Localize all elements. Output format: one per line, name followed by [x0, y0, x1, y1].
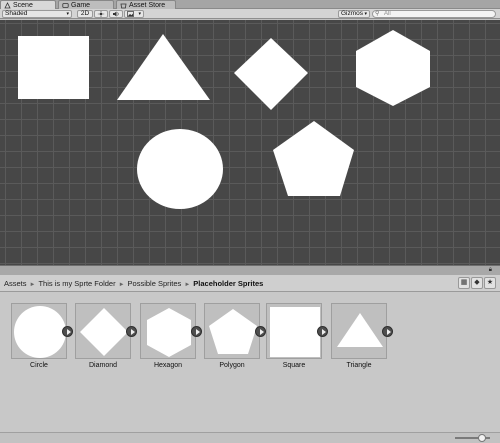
label-filter-icon[interactable]: ◆ — [471, 277, 483, 289]
thumbnail-zoom-slider[interactable] — [455, 434, 490, 442]
asset-name: Circle — [30, 362, 48, 369]
shading-mode-value: Shaded — [5, 10, 28, 17]
project-filter-tools: ▦ ◆ ★ — [458, 277, 496, 289]
square-sprite-preview — [270, 307, 320, 357]
breadcrumb-item[interactable]: Assets — [4, 279, 27, 288]
circle-sprite-preview — [14, 306, 66, 358]
tab-game-label: Game — [71, 2, 91, 9]
asset-thumbnail[interactable] — [266, 303, 322, 359]
asset-thumbnail[interactable] — [204, 303, 260, 359]
gizmos-label: Gizmos — [341, 10, 364, 17]
asset-name: Triangle — [346, 362, 372, 369]
expand-sprite-icon[interactable] — [191, 326, 202, 337]
tab-scene-label: Scene — [13, 2, 33, 9]
triangle-sprite-preview — [337, 313, 383, 347]
tab-asset-store-label: Asset Store — [129, 2, 166, 9]
scene-shapes — [18, 30, 430, 209]
chevron-down-icon: ▾ — [66, 11, 69, 17]
expand-sprite-icon[interactable] — [62, 326, 73, 337]
game-tab-icon — [62, 3, 69, 8]
tab-asset-store[interactable]: Asset Store — [116, 0, 176, 9]
asset-thumbnail[interactable] — [75, 303, 131, 359]
asset-name: Hexagon — [153, 362, 183, 369]
project-asset-grid: Circle Diamond Hexagon Polygon Square Tr — [0, 292, 500, 432]
breadcrumb-item[interactable]: This is my Sprte Folder — [38, 279, 115, 288]
chevron-down-icon: ▾ — [138, 11, 141, 17]
shading-mode-dropdown[interactable]: Shaded ▾ — [2, 10, 72, 18]
scene-search-input[interactable]: ⚲ All — [372, 10, 496, 18]
panel-divider[interactable]: 🔒︎ — [0, 265, 500, 275]
mode-2d-label: 2D — [80, 10, 90, 17]
breadcrumb-separator-icon: ► — [118, 282, 125, 288]
speaker-icon — [113, 11, 119, 17]
project-breadcrumb-bar: Assets ► This is my Sprte Folder ► Possible … — [0, 275, 500, 292]
expand-sprite-icon[interactable] — [126, 326, 137, 337]
breadcrumb: Assets ► This is my Sprte Folder ► Possible … — [4, 279, 263, 290]
expand-sprite-icon[interactable] — [382, 326, 393, 337]
scene-circle-sprite[interactable] — [137, 129, 223, 209]
gizmos-dropdown[interactable]: Gizmos ▾ — [338, 10, 370, 18]
breadcrumb-separator-icon: ► — [184, 282, 191, 288]
mode-2d-toggle[interactable]: 2D — [77, 10, 93, 18]
chevron-down-icon: ▾ — [364, 11, 367, 17]
project-status-bar — [0, 432, 500, 443]
sun-icon — [97, 11, 105, 17]
asset-name: Polygon — [219, 362, 245, 369]
pentagon-sprite-preview — [209, 309, 257, 354]
type-filter-icon[interactable]: ▦ — [458, 277, 470, 289]
scene-lighting-toggle[interactable] — [94, 10, 108, 18]
asset-name: Diamond — [88, 362, 117, 369]
zoom-slider-handle[interactable] — [477, 434, 486, 442]
breadcrumb-separator-icon: ► — [29, 282, 36, 288]
scene-pentagon-sprite[interactable] — [273, 121, 354, 196]
lock-icon[interactable]: 🔒︎ — [489, 267, 492, 274]
asset-store-tab-icon — [120, 3, 127, 9]
asset-name: Square — [282, 362, 306, 369]
tab-scene[interactable]: Scene — [0, 0, 56, 9]
breadcrumb-item[interactable]: Possible Sprites — [128, 279, 182, 288]
asset-thumbnail[interactable] — [11, 303, 67, 359]
asset-thumbnail[interactable] — [140, 303, 196, 359]
search-icon: ⚲ — [375, 11, 380, 17]
image-icon — [127, 11, 134, 17]
expand-sprite-icon[interactable] — [317, 326, 328, 337]
scene-triangle-sprite[interactable] — [117, 34, 210, 100]
expand-sprite-icon[interactable] — [255, 326, 266, 337]
scene-hexagon-sprite[interactable] — [356, 30, 430, 106]
breadcrumb-current[interactable]: Placeholder Sprites — [193, 279, 263, 288]
search-placeholder: All — [384, 11, 391, 17]
scene-square-sprite[interactable] — [18, 36, 89, 99]
scene-diamond-sprite[interactable] — [234, 38, 308, 110]
favorite-star-icon[interactable]: ★ — [484, 277, 496, 289]
scene-audio-toggle[interactable] — [109, 10, 123, 18]
scene-effects-dropdown[interactable]: ▾ — [124, 10, 144, 18]
asset-thumbnail[interactable] — [331, 303, 387, 359]
window-tab-strip: Scene Game Asset Store — [0, 0, 500, 9]
hexagon-sprite-preview — [147, 308, 191, 357]
scene-tab-icon — [4, 2, 11, 9]
scene-toolbar: Shaded ▾ 2D ▾ Gizmos ▾ ⚲ All — [0, 9, 500, 19]
tab-game[interactable]: Game — [58, 0, 114, 9]
scene-view[interactable] — [0, 20, 500, 265]
diamond-sprite-preview — [80, 308, 128, 356]
